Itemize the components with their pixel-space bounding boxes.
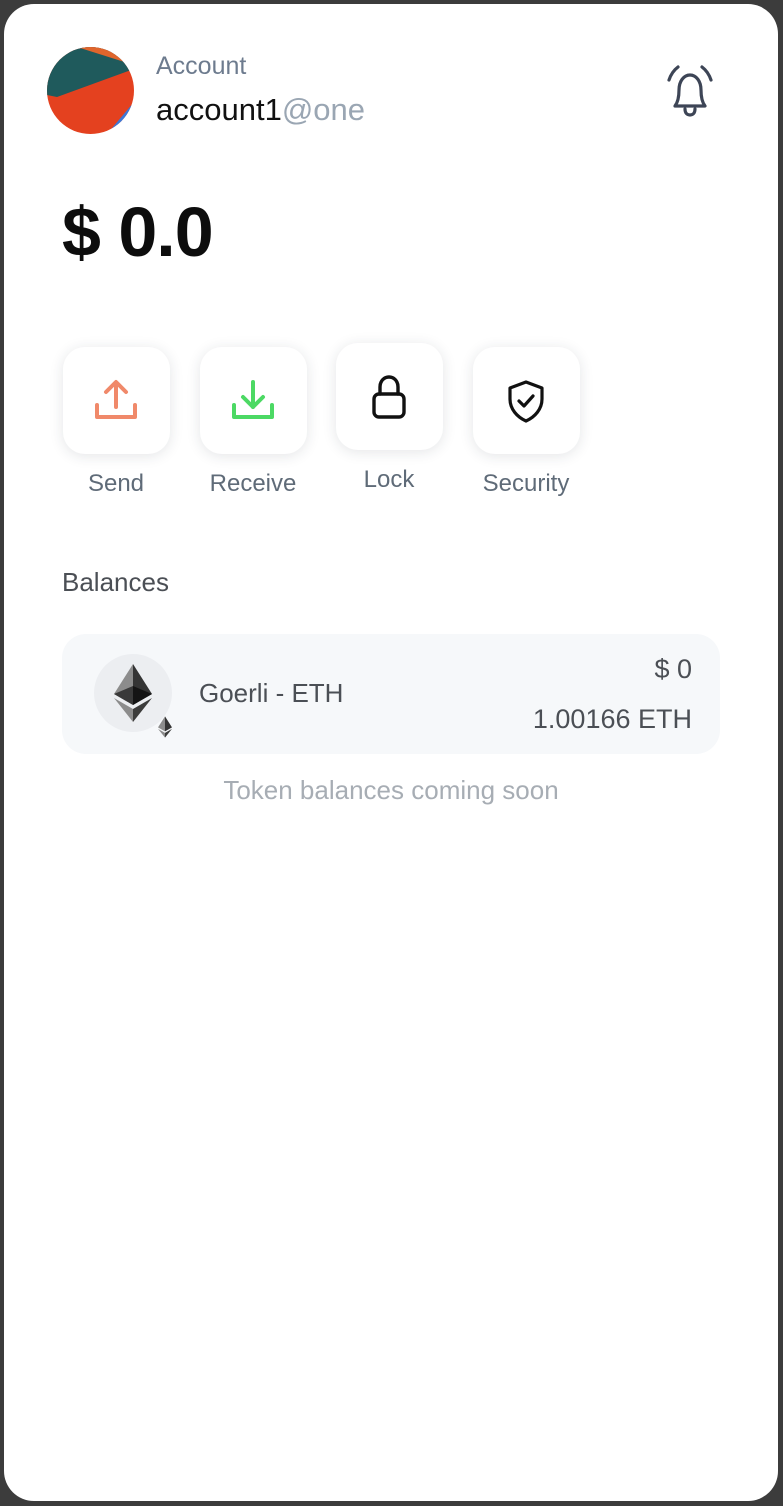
account-domain: @one — [281, 92, 366, 127]
bell-icon — [667, 65, 713, 117]
shield-check-icon — [508, 379, 544, 423]
receive-label: Receive — [209, 470, 297, 497]
avatar[interactable] — [47, 47, 134, 134]
send-button[interactable]: Send — [56, 347, 176, 498]
account-username: account1 — [156, 92, 282, 127]
security-tile — [472, 347, 580, 454]
security-button[interactable]: Security — [466, 347, 586, 498]
account-label: Account — [156, 52, 247, 80]
ethereum-icon — [114, 664, 152, 722]
account-name: account1@one — [156, 92, 365, 128]
token-amount: 1.00166 ETH — [532, 704, 692, 734]
upload-icon — [95, 379, 137, 419]
token-avatar — [94, 654, 172, 738]
total-balance: $ 0.0 — [62, 193, 214, 271]
token-name: Goerli - ETH — [199, 678, 344, 708]
notifications-button[interactable] — [664, 62, 716, 124]
token-row-goerli-eth[interactable]: Goerli - ETH $ 0 1.00166 ETH — [62, 634, 720, 754]
receive-tile — [199, 347, 307, 454]
lock-icon — [372, 374, 406, 419]
ethereum-chain-icon — [158, 716, 172, 738]
token-usd-value: $ 0 — [654, 654, 692, 684]
security-label: Security — [482, 470, 570, 497]
lock-tile — [335, 343, 443, 450]
balances-title: Balances — [62, 567, 169, 597]
generated-avatar-icon — [47, 47, 134, 134]
receive-button[interactable]: Receive — [193, 347, 313, 498]
wallet-screen: Account account1@one $ 0.0 Send Receive … — [4, 4, 778, 1501]
send-tile — [62, 347, 170, 454]
send-label: Send — [87, 470, 145, 497]
lock-label: Lock — [363, 466, 415, 493]
token-balances-note: Token balances coming soon — [223, 775, 559, 805]
download-icon — [232, 379, 274, 419]
lock-button[interactable]: Lock — [329, 343, 449, 494]
